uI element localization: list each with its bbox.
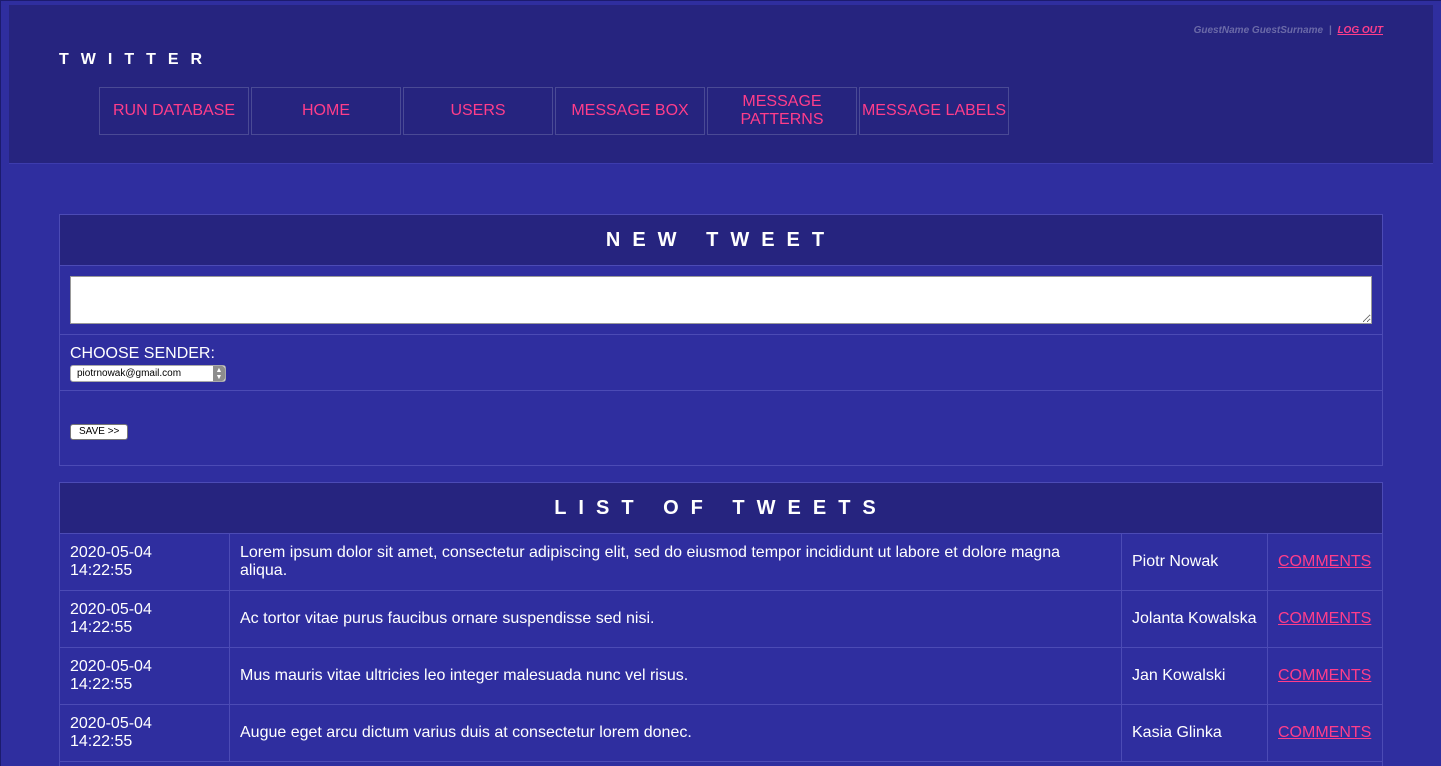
comments-link[interactable]: COMMENTS xyxy=(1278,553,1371,570)
separator: | xyxy=(1328,25,1332,36)
comments-link[interactable]: COMMENTS xyxy=(1278,610,1371,627)
nav-item-users[interactable]: USERS xyxy=(403,87,553,135)
tweet-time: 14:22:55 xyxy=(70,733,133,750)
save-row: SAVE >> xyxy=(60,391,1382,440)
tweet-date-cell: 2020-05-04 14:22:55 xyxy=(60,590,230,648)
main-nav: RUN DATABASE HOME USERS MESSAGE BOX MESS… xyxy=(99,87,1009,135)
tweet-date-cell: 2020-05-04 14:22:55 xyxy=(60,704,230,762)
brand-logo: TWITTER xyxy=(59,51,215,68)
user-bar: GuestName GuestSurname | LOG OUT xyxy=(1194,25,1383,36)
nav-item-home[interactable]: HOME xyxy=(251,87,401,135)
header: TWITTER GuestName GuestSurname | LOG OUT… xyxy=(9,5,1433,164)
new-tweet-panel: NEW TWEET CHOOSE SENDER: piotrnowak@gmai… xyxy=(59,214,1383,466)
tweet-text: Augue eget arcu dictum varius duis at co… xyxy=(229,704,1122,762)
tweet-textarea[interactable] xyxy=(70,276,1372,324)
tweet-text: Mus mauris vitae ultricies leo integer m… xyxy=(229,647,1122,705)
tweet-comments-cell: COMMENTS xyxy=(1267,590,1382,648)
sender-label: CHOOSE SENDER: xyxy=(70,345,215,362)
tweet-list-panel: LIST OF TWEETS 2020-05-04 14:22:55 Lorem… xyxy=(59,482,1383,766)
tweet-time: 14:22:55 xyxy=(70,676,133,693)
table-row: 2020-05-04 14:22:55 Augue eget arcu dict… xyxy=(60,704,1382,762)
tweet-table: 2020-05-04 14:22:55 Lorem ipsum dolor si… xyxy=(60,534,1382,762)
tweet-date-cell: 2020-05-04 14:22:55 xyxy=(60,647,230,705)
tweet-date-cell: 2020-05-04 14:22:55 xyxy=(60,534,230,591)
sender-select[interactable]: piotrnowak@gmail.com ▲ ▼ xyxy=(70,365,226,382)
tweet-time: 14:22:55 xyxy=(70,619,133,636)
tweet-author: Jan Kowalski xyxy=(1121,647,1268,705)
tweet-input-row xyxy=(60,266,1382,335)
tweet-text: Lorem ipsum dolor sit amet, consectetur … xyxy=(229,534,1122,591)
tweet-date: 2020-05-04 xyxy=(70,601,152,618)
nav-item-message-box[interactable]: MESSAGE BOX xyxy=(555,87,705,135)
tweet-author: Piotr Nowak xyxy=(1121,534,1268,591)
nav-item-message-labels[interactable]: MESSAGE LABELS xyxy=(859,87,1009,135)
tweet-list-title: LIST OF TWEETS xyxy=(60,483,1382,534)
table-row: 2020-05-04 14:22:55 Ac tortor vitae puru… xyxy=(60,590,1382,648)
logout-link[interactable]: LOG OUT xyxy=(1337,25,1383,36)
sender-select-value: piotrnowak@gmail.com xyxy=(77,368,182,379)
nav-item-message-patterns[interactable]: MESSAGE PATTERNS xyxy=(707,87,857,135)
save-button[interactable]: SAVE >> xyxy=(70,424,129,440)
tweet-text: Ac tortor vitae purus faucibus ornare su… xyxy=(229,590,1122,648)
sender-row: CHOOSE SENDER: piotrnowak@gmail.com ▲ ▼ xyxy=(60,335,1382,391)
page: TWITTER GuestName GuestSurname | LOG OUT… xyxy=(0,0,1441,766)
table-row: 2020-05-04 14:22:55 Lorem ipsum dolor si… xyxy=(60,534,1382,591)
new-tweet-title: NEW TWEET xyxy=(60,215,1382,266)
tweet-date: 2020-05-04 xyxy=(70,544,152,561)
nav-item-run-database[interactable]: RUN DATABASE xyxy=(99,87,249,135)
nav-item-message-patterns-label: MESSAGE PATTERNS xyxy=(740,93,824,128)
tweet-comments-cell: COMMENTS xyxy=(1267,647,1382,705)
tweet-author: Kasia Glinka xyxy=(1121,704,1268,762)
tweet-time: 14:22:55 xyxy=(70,562,133,579)
table-row: 2020-05-04 14:22:55 Mus mauris vitae ult… xyxy=(60,647,1382,705)
comments-link[interactable]: COMMENTS xyxy=(1278,724,1371,741)
tweet-comments-cell: COMMENTS xyxy=(1267,704,1382,762)
comments-link[interactable]: COMMENTS xyxy=(1278,667,1371,684)
tweet-date: 2020-05-04 xyxy=(70,658,152,675)
select-arrows-icon: ▲ ▼ xyxy=(213,366,225,381)
tweet-author: Jolanta Kowalska xyxy=(1121,590,1268,648)
tweet-comments-cell: COMMENTS xyxy=(1267,534,1382,591)
tweet-date: 2020-05-04 xyxy=(70,715,152,732)
user-name: GuestName GuestSurname xyxy=(1193,25,1324,36)
